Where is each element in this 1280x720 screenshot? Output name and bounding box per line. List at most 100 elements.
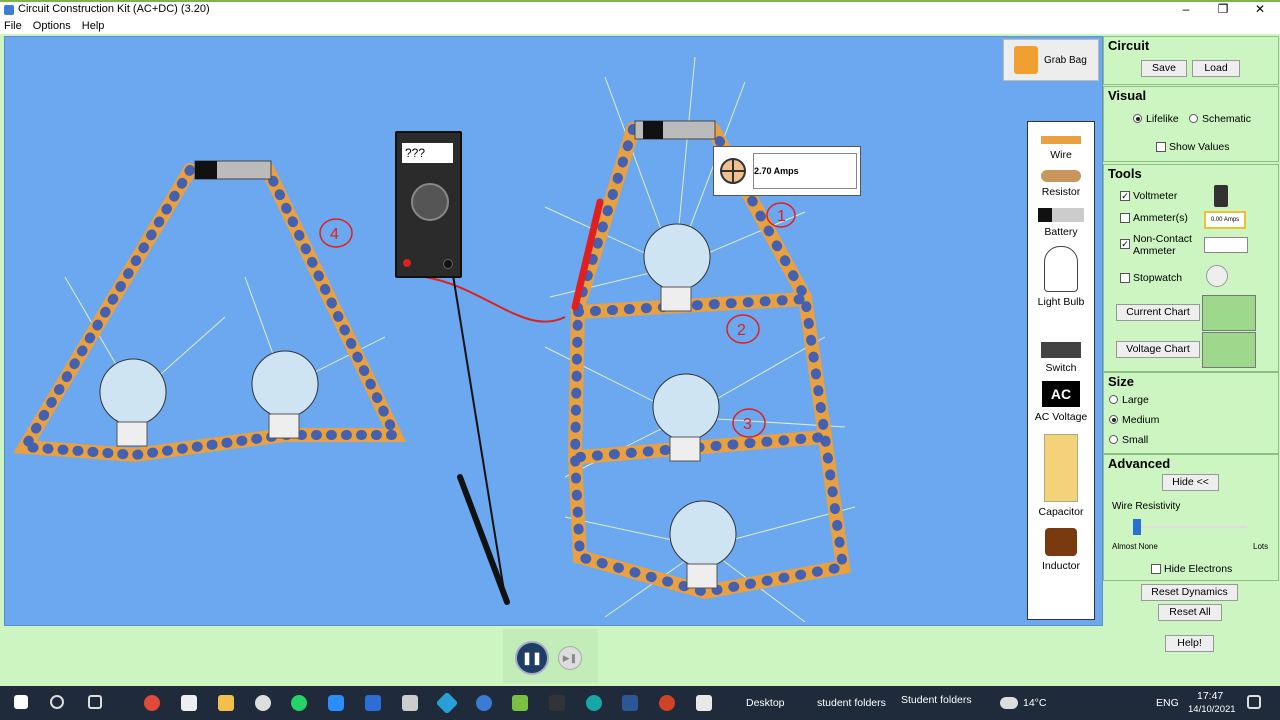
app-icon-6[interactable] bbox=[549, 695, 565, 711]
app-icon-2[interactable] bbox=[402, 695, 418, 711]
circuit-canvas[interactable]: 4 1 2 3 bbox=[4, 36, 1103, 626]
weather-icon[interactable] bbox=[1000, 697, 1018, 709]
tool-battery[interactable]: Battery bbox=[1028, 208, 1094, 238]
notification-icon[interactable] bbox=[1247, 695, 1261, 709]
title-bar: Circuit Construction Kit (AC+DC) (3.20) … bbox=[0, 0, 1280, 18]
wire-icon bbox=[1041, 136, 1081, 144]
current-chart-button[interactable]: Current Chart bbox=[1116, 304, 1200, 321]
word-icon[interactable] bbox=[622, 695, 638, 711]
size-panel: Size Large Medium Small bbox=[1103, 372, 1279, 454]
start-icon[interactable] bbox=[14, 695, 28, 709]
light-bulb-left-2[interactable] bbox=[251, 350, 319, 439]
tool-ac-voltage[interactable]: AC AC Voltage bbox=[1028, 381, 1094, 423]
size-medium-label: Medium bbox=[1122, 414, 1160, 426]
lifelike-label: Lifelike bbox=[1146, 113, 1179, 125]
app-icon-4[interactable] bbox=[476, 695, 492, 711]
app-icon-3[interactable] bbox=[435, 691, 459, 715]
tools-panel: Tools ✓ Voltmeter Ammeter(s) 0.00 Amps ✓… bbox=[1103, 164, 1279, 372]
notion-icon[interactable] bbox=[181, 695, 197, 711]
hide-advanced-button[interactable]: Hide << bbox=[1162, 474, 1219, 491]
stopwatch-checkbox[interactable] bbox=[1120, 273, 1130, 283]
voltage-chart-icon bbox=[1202, 332, 1256, 368]
powerpoint-icon[interactable] bbox=[659, 695, 675, 711]
tool-wire[interactable]: Wire bbox=[1028, 134, 1094, 161]
minimize-icon[interactable]: – bbox=[1166, 2, 1206, 16]
chrome-icon[interactable] bbox=[144, 695, 160, 711]
bag-icon bbox=[1014, 46, 1038, 74]
help-button[interactable]: Help! bbox=[1165, 635, 1214, 652]
tool-light-bulb[interactable]: Light Bulb bbox=[1028, 246, 1094, 308]
tool-switch[interactable]: Switch bbox=[1028, 318, 1094, 374]
student-folders-toolbar-2[interactable]: Student folders bbox=[901, 694, 972, 706]
black-probe[interactable] bbox=[457, 474, 510, 605]
java-icon[interactable] bbox=[696, 695, 712, 711]
menu-help[interactable]: Help bbox=[78, 18, 109, 34]
clock-time: 17:47 bbox=[1197, 690, 1224, 702]
stopwatch-label: Stopwatch bbox=[1133, 272, 1183, 284]
task-view-icon[interactable] bbox=[88, 695, 102, 709]
noncontact-checkbox[interactable]: ✓ bbox=[1120, 239, 1130, 249]
pause-icon[interactable]: ❚❚ bbox=[515, 641, 549, 675]
voltmeter-red-wire bbox=[424, 276, 566, 323]
grab-bag-button[interactable]: Grab Bag bbox=[1003, 39, 1099, 81]
size-small-radio[interactable] bbox=[1109, 435, 1118, 444]
student-folders-toolbar-1[interactable]: student folders bbox=[817, 697, 886, 709]
crosshair-icon[interactable] bbox=[719, 157, 747, 185]
voltage-chart-button[interactable]: Voltage Chart bbox=[1116, 341, 1200, 358]
size-medium-radio[interactable] bbox=[1109, 415, 1118, 424]
load-button[interactable]: Load bbox=[1192, 60, 1240, 77]
lifelike-radio[interactable] bbox=[1133, 114, 1142, 123]
menu-file[interactable]: File bbox=[0, 18, 26, 34]
step-icon[interactable]: ▶❚ bbox=[558, 646, 582, 670]
search-icon[interactable] bbox=[50, 695, 64, 709]
voltmeter-black-wire bbox=[452, 274, 506, 598]
folder-icon[interactable] bbox=[218, 695, 234, 711]
schematic-label: Schematic bbox=[1202, 113, 1252, 125]
zoom-icon[interactable] bbox=[328, 695, 344, 711]
show-values-checkbox[interactable] bbox=[1156, 142, 1166, 152]
window-title: Circuit Construction Kit (AC+DC) (3.20) bbox=[18, 3, 210, 15]
light-bulb-left-1[interactable] bbox=[99, 358, 167, 447]
inductor-icon bbox=[1045, 528, 1077, 556]
language-indicator[interactable]: ENG bbox=[1156, 697, 1179, 709]
right-battery[interactable] bbox=[634, 120, 716, 140]
desktop-toolbar[interactable]: Desktop bbox=[746, 697, 785, 709]
noncontact-ammeter[interactable]: 2.70 Amps bbox=[713, 146, 861, 196]
size-large-radio[interactable] bbox=[1109, 395, 1118, 404]
clock-date: 14/10/2021 bbox=[1188, 704, 1236, 715]
todo-icon[interactable] bbox=[365, 695, 381, 711]
circuit-drawing: 4 1 2 3 bbox=[13, 56, 856, 623]
save-button[interactable]: Save bbox=[1141, 60, 1187, 77]
maximize-icon[interactable]: ❐ bbox=[1203, 2, 1243, 16]
light-bulb-right-1[interactable] bbox=[643, 223, 711, 312]
voltmeter-dial[interactable] bbox=[411, 183, 449, 221]
current-chart-icon bbox=[1202, 295, 1256, 331]
close-icon[interactable]: ✕ bbox=[1240, 2, 1280, 16]
reset-all-button[interactable]: Reset All bbox=[1158, 604, 1222, 621]
whatsapp-icon[interactable] bbox=[291, 695, 307, 711]
left-battery[interactable] bbox=[194, 160, 272, 180]
tool-resistor[interactable]: Resistor bbox=[1028, 170, 1094, 198]
reset-dynamics-button[interactable]: Reset Dynamics bbox=[1141, 584, 1238, 601]
visual-panel: Visual Lifelike Schematic Show Values bbox=[1103, 86, 1279, 162]
annotation-2: 2 bbox=[737, 322, 746, 339]
light-bulb-right-3[interactable] bbox=[669, 500, 737, 589]
app-icon-1[interactable] bbox=[255, 695, 271, 711]
tool-capacitor[interactable]: Capacitor bbox=[1028, 434, 1094, 518]
visual-panel-title: Visual bbox=[1108, 88, 1147, 103]
temperature: 14°C bbox=[1023, 697, 1047, 709]
voltmeter-label: Voltmeter bbox=[1133, 190, 1178, 202]
voltmeter[interactable]: ??? bbox=[395, 131, 462, 278]
hide-electrons-label: Hide Electrons bbox=[1164, 563, 1233, 575]
voltmeter-black-jack bbox=[443, 259, 453, 269]
app-icon-7[interactable] bbox=[586, 695, 602, 711]
menu-options[interactable]: Options bbox=[29, 18, 75, 34]
resistivity-slider[interactable] bbox=[1133, 519, 1141, 535]
voltmeter-checkbox[interactable]: ✓ bbox=[1120, 191, 1130, 201]
ammeters-checkbox[interactable] bbox=[1120, 213, 1130, 223]
schematic-radio[interactable] bbox=[1189, 114, 1198, 123]
app-icon-5[interactable] bbox=[512, 695, 528, 711]
resistor-icon bbox=[1041, 170, 1081, 182]
hide-electrons-checkbox[interactable] bbox=[1151, 564, 1161, 574]
tool-inductor[interactable]: Inductor bbox=[1028, 528, 1094, 572]
